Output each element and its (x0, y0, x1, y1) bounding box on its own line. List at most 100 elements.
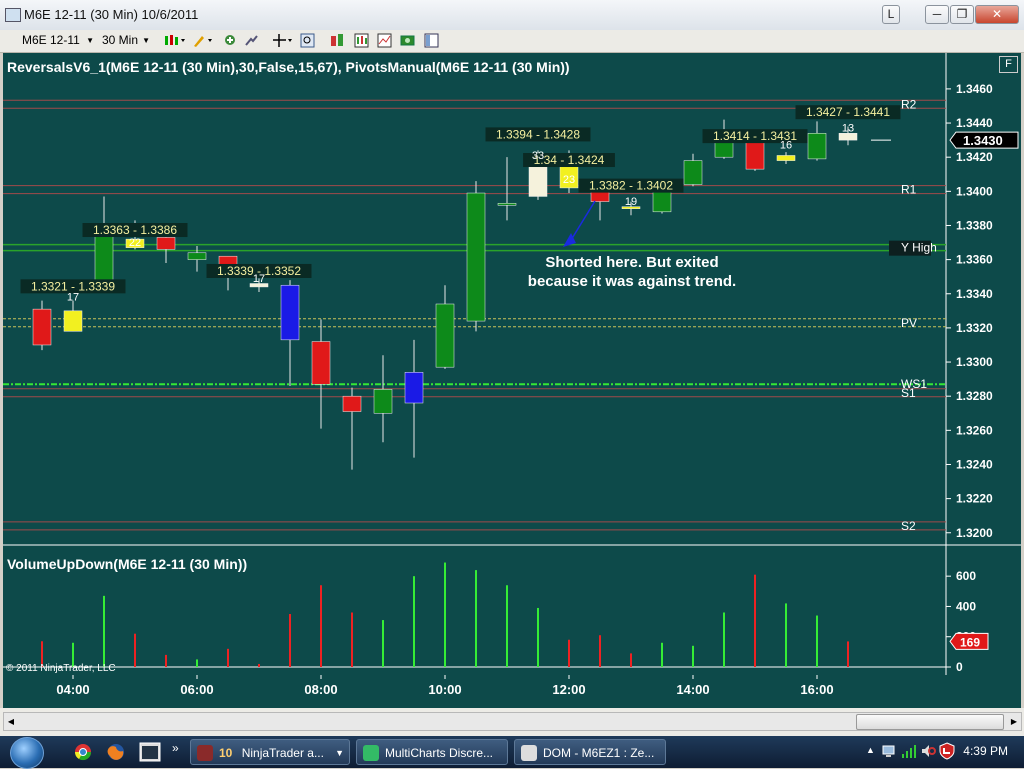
chart-trader-icon[interactable] (377, 33, 392, 48)
candle-body (187, 252, 207, 260)
candle-body (342, 395, 362, 412)
candle-body (63, 310, 83, 332)
app-icon (5, 8, 21, 22)
range-label: 1.3427 - 1.3441 (806, 105, 890, 119)
range-label: 1.34 - 1.3424 (534, 153, 605, 167)
taskbar: » 10 NinjaTrader a... ▼ MultiCharts Disc… (0, 736, 1024, 769)
volume-panel-title: VolumeUpDown(M6E 12-11 (30 Min)) (7, 556, 248, 572)
pivot-label-pv: PV (901, 316, 917, 330)
time-tick-label: 16:00 (800, 682, 833, 697)
signal-icon[interactable] (901, 743, 917, 759)
time-tick-label: 10:00 (428, 682, 461, 697)
candle-body (683, 160, 703, 185)
period-selector[interactable]: 30 Min ▼ (102, 32, 150, 49)
price-tick-label: 1.3300 (956, 355, 993, 369)
candle-body (373, 389, 393, 414)
volume-tick-label: 400 (956, 599, 976, 613)
horizontal-scrollbar[interactable]: ◀ ▶ (3, 712, 1022, 731)
link-button[interactable]: L (882, 5, 900, 24)
money-icon[interactable] (400, 33, 415, 48)
candle-body (435, 303, 455, 368)
properties-icon[interactable] (330, 33, 345, 48)
draw-pen-icon[interactable] (192, 33, 214, 48)
chevron-down-icon: ▼ (142, 36, 150, 45)
ninjatrader-icon (197, 745, 213, 761)
chrome-icon[interactable] (74, 743, 92, 761)
restore-button[interactable]: ❐ (950, 5, 974, 24)
taskbar-clock[interactable]: 4:39 PM (963, 744, 1008, 758)
chart-area[interactable]: 1.3460 1.3440 1.3420 1.3400 1.3380 1.3360 1.33… (3, 53, 1021, 708)
f-button[interactable]: F (999, 56, 1018, 73)
pivot-label-s2: S2 (901, 519, 916, 533)
count-label: 16 (780, 140, 792, 152)
taskbar-multicharts[interactable]: MultiCharts Discre... (356, 739, 508, 765)
candle-body (497, 203, 517, 206)
price-tick-label: 1.3280 (956, 389, 993, 403)
candle-body (466, 192, 486, 322)
minimize-button[interactable]: ─ (925, 5, 949, 24)
taskbar-dom[interactable]: DOM - M6EZ1 : Ze... (514, 739, 666, 765)
time-tick-label: 08:00 (304, 682, 337, 697)
taskbar-label: MultiCharts Discre... (385, 746, 494, 760)
copyright-label: © 2011 NinjaTrader, LLC (6, 663, 116, 674)
candle-body (156, 237, 176, 250)
period-label: 30 Min (102, 33, 139, 47)
show-desktop-icon[interactable] (139, 742, 161, 762)
annotation-text: Shorted here. But exited (545, 254, 718, 271)
start-button[interactable] (10, 737, 44, 769)
dom-window-icon (521, 745, 537, 761)
candle-body (94, 233, 114, 284)
chart-svg[interactable]: 1.3460 1.3440 1.3420 1.3400 1.3380 1.3360 1.33… (3, 53, 1021, 708)
data-box-icon[interactable] (354, 33, 369, 48)
add-indicator-icon[interactable] (222, 33, 237, 48)
multicharts-icon (363, 745, 379, 761)
close-button[interactable]: ✕ (975, 5, 1019, 24)
chart-style-icon[interactable] (164, 33, 186, 48)
taskbar-overflow-chevron-icon[interactable]: » (172, 741, 179, 755)
pivot-label-yhigh: Y High (901, 241, 937, 255)
price-panel-title: ReversalsV6_1(M6E 12-11 (30 Min),30,Fals… (7, 59, 570, 75)
instrument-selector[interactable]: M6E 12-11 ▼ (22, 32, 94, 49)
price-tick-label: 1.3260 (956, 423, 993, 437)
pivot-label-r2: R2 (901, 97, 917, 111)
crosshair-icon[interactable] (272, 33, 294, 48)
candle-body (528, 165, 548, 197)
tray-expand-icon[interactable]: ▲ (866, 745, 875, 755)
scroll-left-arrow-icon[interactable]: ◀ (4, 713, 18, 730)
price-tick-label: 1.3400 (956, 184, 993, 198)
chevron-down-icon: ▼ (86, 36, 94, 45)
scrollbar-thumb[interactable] (856, 714, 1004, 730)
volume-speaker-icon[interactable] (920, 743, 936, 759)
annotation-text: because it was against trend. (528, 273, 736, 290)
taskbar-label: NinjaTrader a... (241, 746, 324, 760)
pivot-label-r1: R1 (901, 183, 917, 197)
strategy-icon[interactable] (244, 33, 259, 48)
scrollbar-area: ◀ ▶ (0, 708, 1024, 736)
window-titlebar: M6E 12-11 (30 Min) 10/6/2011 L ─ ❐ ✕ (0, 0, 1024, 31)
layout-icon[interactable] (424, 33, 439, 48)
time-tick-label: 14:00 (676, 682, 709, 697)
last-price-label: 1.3430 (963, 133, 1003, 148)
time-tick-label: 04:00 (56, 682, 89, 697)
zoom-icon[interactable] (300, 33, 315, 48)
network-icon[interactable] (882, 743, 898, 759)
price-tick-label: 1.3420 (956, 150, 993, 164)
count-label: 19 (625, 196, 637, 208)
price-tick-label: 1.3360 (956, 253, 993, 267)
price-tick-label: 1.3440 (956, 116, 993, 130)
taskbar-ninjatrader[interactable]: 10 NinjaTrader a... ▼ (190, 739, 350, 765)
price-tick-label: 1.3460 (956, 82, 993, 96)
candle-body (280, 284, 300, 341)
price-tick-label: 1.3200 (956, 526, 993, 540)
range-label: 1.3382 - 1.3402 (589, 179, 673, 193)
firefox-icon[interactable] (107, 743, 125, 761)
last-volume-label: 169 (960, 635, 980, 649)
price-tick-label: 1.3240 (956, 457, 993, 471)
count-label: 17 (253, 273, 265, 285)
candle-body (311, 341, 331, 385)
scroll-right-arrow-icon[interactable]: ▶ (1007, 713, 1021, 730)
candle-body (404, 372, 424, 404)
candle-body (776, 155, 796, 161)
range-label: 1.3394 - 1.3428 (496, 127, 580, 141)
antivirus-shield-icon[interactable] (939, 742, 955, 760)
